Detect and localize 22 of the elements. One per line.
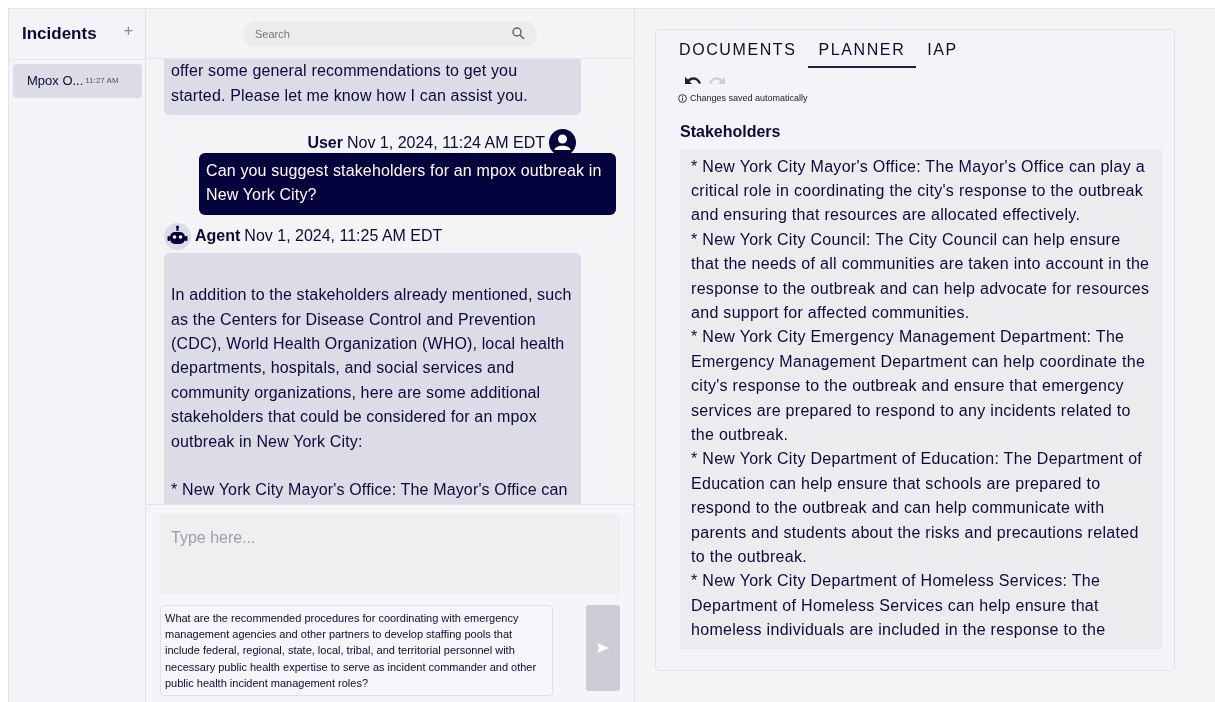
agent-message: offer some general recommendations to get you started. Please let me know how I can assist you. [164, 59, 581, 115]
search-field[interactable]: Search [243, 20, 537, 47]
undo-button[interactable] [682, 74, 702, 86]
author-name: User [307, 132, 343, 153]
search-icon [512, 26, 525, 40]
user-message: Can you suggest stakeholders for an mpox outbreak in New York City? [199, 153, 616, 215]
author-name: Agent [195, 226, 241, 247]
section-title: Stakeholders [680, 121, 782, 142]
message-time: Nov 1, 2024, 11:25 AM EDT [244, 226, 443, 247]
message-input[interactable]: Type here... [160, 514, 620, 594]
tab[interactable]: DOCUMENTS [668, 36, 808, 68]
robot-avatar-icon [164, 222, 191, 250]
suggested-prompt[interactable]: What are the recommended procedures for coordinating with emergency management agencies and other partners to develop staffing pools that include federal, regional, state, local, tribal, and territorial personnel with necessary public health expertise to serve as incident commander and other public health incident management roles? [160, 605, 553, 696]
agent-message: In addition to the stakeholders already mentioned, such as the Centers for Disease Control and Prevention (CDC), World Health Organization (WHO), local health departments, hospitals, and social services and community organizations, here are some additional stakeholders that could be considered for an mpox outbreak in New York City: * New York City Mayor's Office: The Mayor's Office can [164, 252, 581, 504]
sidebar-title: Incidents [22, 23, 97, 46]
autosave-note: Changes saved automatically [690, 92, 808, 105]
tab[interactable]: IAP [916, 36, 969, 68]
info-icon [678, 94, 687, 104]
message-time: Nov 1, 2024, 11:24 AM EDT [346, 132, 545, 153]
send-icon [597, 643, 609, 653]
stakeholders-text[interactable]: * New York City Mayor's Office: The Mayor's Office can play a critical role in coordinating the city's response to the outbreak and ensuring that resources are allocated effectively. * New York City Council: The City Council can help ensure that the needs of all communities are taken into account in the response to the outbreak and can help advocate for resources and support for affected communities. * New York City Emergency Management Department: The Emergency Management Department can help coordinate the city's response to the outbreak and ensure that emergency services are prepared to respond to any incidents related to the outbreak. * New York City Department of Education: The Department of Education can help ensure that schools are prepared to respond to the outbreak and can help communicate with parents and students about the risks and precautions related to the outbreak. * New York City Department of Homeless Services: The Department of Homeless Services can help ensure that homeless individuals are included in the response to the [680, 149, 1162, 649]
tab[interactable]: PLANNER [807, 36, 917, 68]
